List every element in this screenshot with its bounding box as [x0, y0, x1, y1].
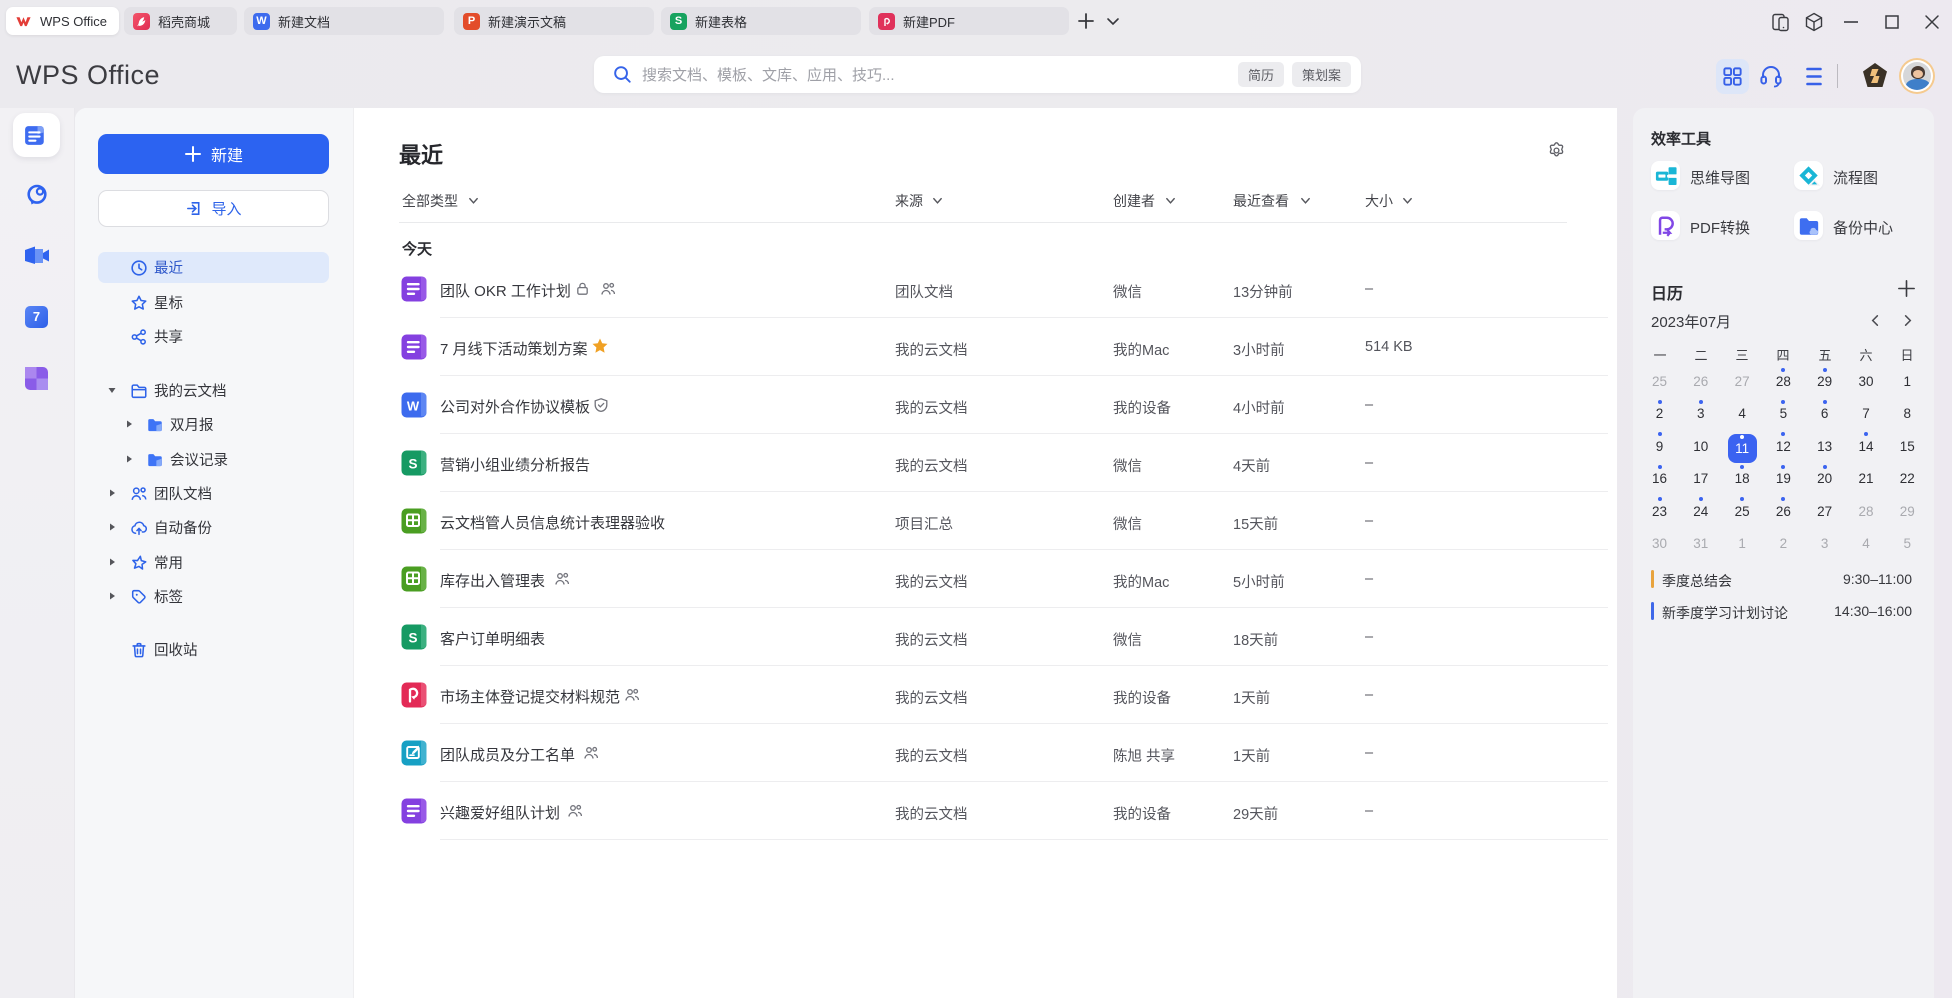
svg-text:W: W: [407, 399, 420, 414]
svg-text:S: S: [408, 631, 417, 646]
svg-text:S: S: [408, 457, 417, 472]
